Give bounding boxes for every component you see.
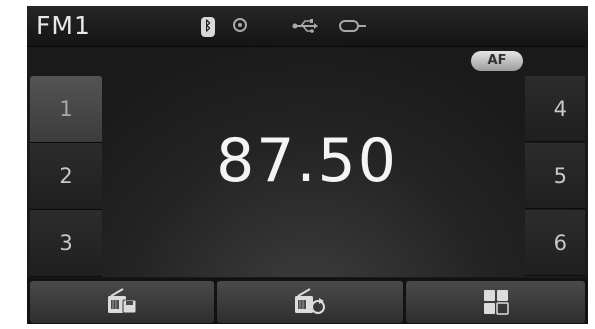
disc-icon xyxy=(233,18,247,32)
radio-scan-icon xyxy=(295,288,325,314)
preset-4-button[interactable]: 4 xyxy=(525,76,585,142)
usb-icon xyxy=(292,18,318,34)
af-button[interactable]: AF xyxy=(471,51,523,71)
menu-button[interactable] xyxy=(406,281,585,323)
save-preset-button[interactable] xyxy=(30,281,214,323)
scan-button[interactable] xyxy=(217,281,403,323)
preset-5-button[interactable]: 5 xyxy=(525,143,585,209)
bottom-bar xyxy=(27,278,588,324)
status-bar: FM1 ᛒ xyxy=(27,6,588,47)
bluetooth-icon: ᛒ xyxy=(201,17,215,37)
preset-1-button[interactable]: 1 xyxy=(30,76,102,143)
aux-icon xyxy=(339,18,367,34)
band-label[interactable]: FM1 xyxy=(36,10,91,42)
frequency-display: 87.50 xyxy=(216,126,398,196)
preset-3-button[interactable]: 3 xyxy=(30,210,102,277)
preset-6-button[interactable]: 6 xyxy=(525,210,585,276)
preset-2-button[interactable]: 2 xyxy=(30,143,102,210)
radio-screen: FM1 ᛒ AF 1 2 3 4 5 6 87.50 xyxy=(27,6,588,324)
radio-save-icon xyxy=(108,288,137,314)
menu-grid-icon xyxy=(483,290,509,315)
